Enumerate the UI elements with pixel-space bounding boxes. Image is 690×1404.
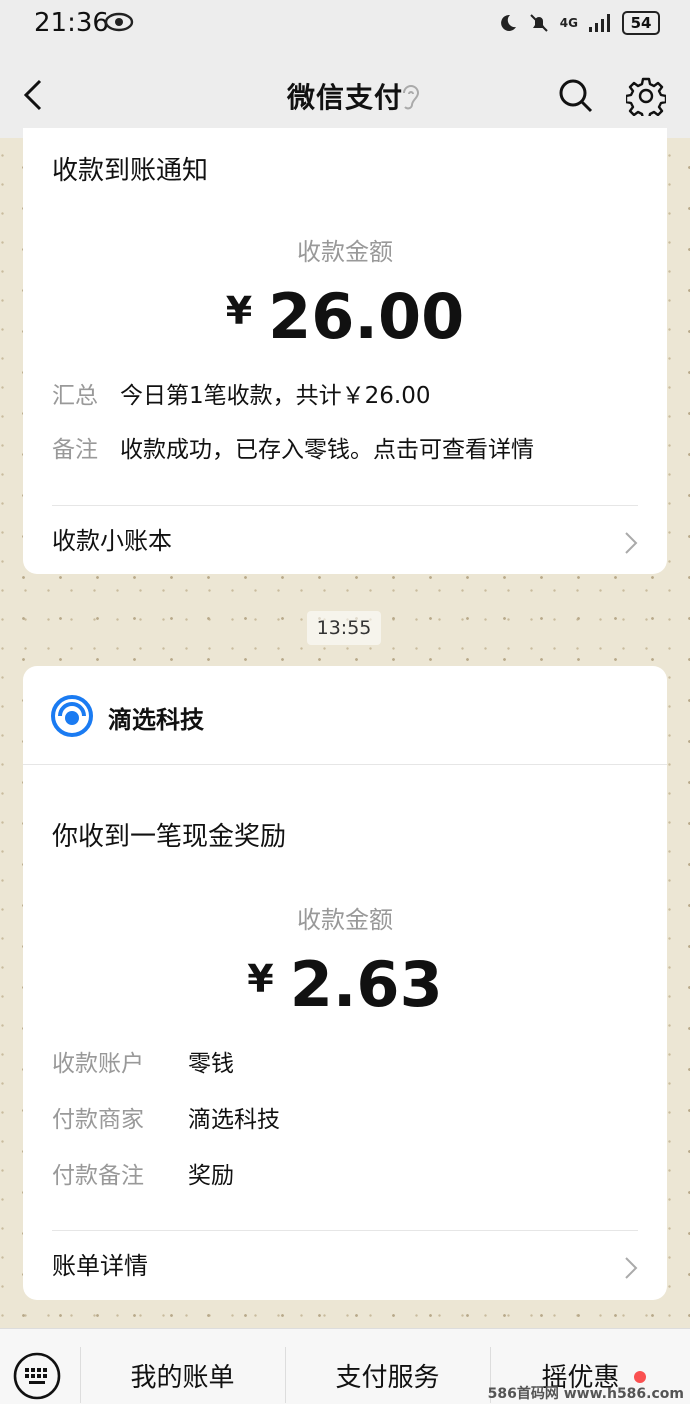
chevron-right-icon [625,532,638,554]
currency-symbol: ¥ [247,957,274,1001]
cash-reward-card[interactable]: 滴选科技 你收到一笔现金奖励 收款金额 ¥2.63 收款账户 零钱 付款商家 滴选科… [23,666,667,1300]
bill-details-label: 账单详情 [52,1252,148,1280]
payment-note-key: 付款备注 [52,1163,144,1189]
search-icon[interactable] [558,78,594,114]
merchant-key: 付款商家 [52,1107,144,1133]
notification-dot [634,1371,646,1383]
chevron-right-icon [625,1257,638,1279]
signal-icon [589,14,610,32]
keyboard-icon[interactable] [12,1351,62,1401]
status-bar: 21:36 4G 54 [0,0,690,52]
divider [52,505,638,506]
payment-note-value: 奖励 [188,1163,234,1189]
amount-value: ¥26.00 [23,280,667,353]
eye-icon [104,12,134,32]
amount-label: 收款金额 [297,238,393,266]
amount-number: 2.63 [289,948,443,1021]
moon-icon [500,14,516,31]
payment-notification-card[interactable]: 收款到账通知 收款金额 ¥26.00 汇总 今日第1笔收款，共计￥26.00 备注… [23,128,667,574]
account-key: 收款账户 [52,1051,144,1077]
message-timestamp: 13:55 [307,611,381,645]
battery-icon: 54 [622,11,660,35]
merchant-row: 付款商家 滴选科技 [52,1100,280,1134]
mute-bell-icon [530,14,548,32]
card-title: 你收到一笔现金奖励 [52,822,287,852]
amount-label: 收款金额 [297,906,393,934]
brand-logo-icon [51,695,93,737]
status-time: 21:36 [34,8,109,38]
summary-key: 汇总 [52,383,98,409]
account-row: 收款账户 零钱 [52,1044,234,1078]
amount-value: ¥2.63 [23,948,667,1021]
ledger-link[interactable]: 收款小账本 [52,511,638,571]
merchant-value: 滴选科技 [188,1107,280,1133]
network-label: 4G [559,16,578,30]
account-value: 零钱 [188,1051,234,1077]
card-title: 收款到账通知 [52,156,209,186]
divider [23,764,667,765]
divider [52,1230,638,1231]
brand-name: 滴选科技 [108,706,204,734]
payment-note-row: 付款备注 奖励 [52,1156,234,1190]
ear-icon[interactable] [400,82,422,112]
menu-payment-services[interactable]: 支付服务 [285,1357,490,1394]
menu-my-bills[interactable]: 我的账单 [80,1357,285,1394]
note-value: 收款成功，已存入零钱。点击可查看详情 [120,437,534,463]
gear-icon[interactable] [626,76,666,116]
bill-details-link[interactable]: 账单详情 [52,1236,638,1296]
note-key: 备注 [52,437,98,463]
amount-number: 26.00 [268,280,465,353]
ledger-link-label: 收款小账本 [52,527,172,555]
header: 微信支付 [0,52,690,138]
summary-row: 汇总 今日第1笔收款，共计￥26.00 [52,376,430,410]
watermark: 586首码网 www.h586.com [487,1386,684,1402]
currency-symbol: ¥ [225,289,253,333]
note-row: 备注 收款成功，已存入零钱。点击可查看详情 [52,430,534,464]
status-icons: 4G 54 [496,11,660,35]
summary-value: 今日第1笔收款，共计￥26.00 [120,383,431,409]
